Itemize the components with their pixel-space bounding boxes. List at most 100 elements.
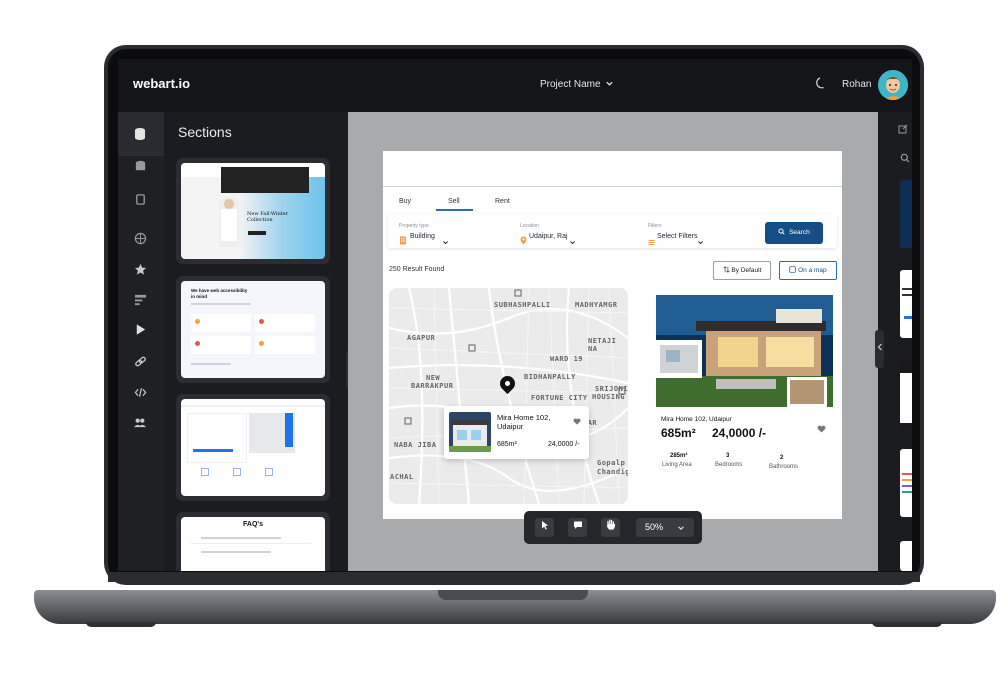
right-panel-thumbnail[interactable] — [900, 180, 912, 248]
stat-bathrooms-value: 2 — [780, 455, 784, 461]
section-thumbnail: New Fall-Winter Collection — [181, 163, 325, 259]
location-pin-icon — [520, 232, 527, 250]
map-label: Chandig — [597, 468, 628, 476]
hand-tool-button[interactable] — [601, 518, 620, 537]
play-icon[interactable] — [132, 323, 148, 339]
chevron-down-icon[interactable] — [605, 79, 614, 90]
map-label: MADHYAMGR — [575, 301, 618, 309]
left-icon-rail — [118, 112, 164, 571]
search-icon — [778, 228, 785, 235]
location-label: Location — [520, 223, 539, 229]
filter-icon — [648, 233, 655, 251]
filters-label: Filters — [648, 223, 662, 229]
layers-icon[interactable] — [132, 160, 148, 176]
map-label: WARD 19 — [550, 355, 584, 363]
star-icon[interactable] — [132, 263, 148, 279]
sections-title: Sections — [178, 124, 232, 140]
tab-buy[interactable]: Buy — [399, 198, 411, 205]
faq-heading: FAQ's — [243, 521, 263, 528]
map-label: AGAPUR — [407, 334, 436, 342]
property-image — [656, 295, 833, 407]
results-count: 250 Result Found — [389, 266, 445, 273]
section-thumbnail: We have web accessibility in mind — [181, 281, 325, 378]
zoom-dropdown[interactable]: 50% — [636, 518, 694, 537]
design-canvas[interactable]: Buy Sell Rent Property type Building Loc… — [348, 112, 878, 571]
chevron-down-icon[interactable] — [569, 233, 576, 251]
stat-living-area-value: 285m² — [670, 453, 688, 459]
location-select[interactable]: Udaipur, Raj — [529, 233, 568, 240]
users-icon[interactable] — [132, 416, 148, 432]
laptop-base-groove — [438, 590, 588, 600]
stat-bedrooms-label: Bedrooms — [715, 462, 743, 468]
filters-select[interactable]: Select Filters — [657, 233, 697, 240]
tab-rent[interactable]: Rent — [495, 198, 510, 205]
section-thumbnail — [181, 399, 325, 496]
section-card-accessibility[interactable]: We have web accessibility in mind — [176, 276, 330, 383]
map-label: ACHAL — [390, 473, 414, 481]
map-label: NETAJI NA — [588, 337, 617, 353]
globe-icon[interactable] — [132, 232, 148, 248]
search-button[interactable]: Search — [765, 222, 823, 244]
hand-icon — [606, 519, 615, 530]
map-label: BARRAKPUR — [411, 382, 454, 390]
user-name[interactable]: Rohan — [842, 79, 871, 90]
copy-icon[interactable] — [132, 193, 148, 209]
canvas-toolbar: 50% — [524, 511, 702, 544]
moon-icon[interactable] — [814, 76, 828, 93]
section-card-contact[interactable] — [176, 394, 330, 501]
map-label: BIDHANPALLY — [524, 373, 576, 381]
right-panel-thumbnail[interactable] — [900, 449, 912, 517]
map-icon — [789, 266, 796, 273]
section-card-faq[interactable]: FAQ's — [176, 512, 330, 571]
sort-button[interactable]: By Default — [713, 261, 771, 280]
map-property-popup[interactable]: Mira Home 102, Udaipur 685m² 24,0000 /- — [444, 406, 589, 459]
avatar[interactable] — [878, 70, 908, 100]
database-icon[interactable] — [132, 127, 148, 143]
stat-living-area-label: Living Area — [662, 462, 692, 468]
map-label: HOUSING — [592, 393, 626, 401]
sort-icon — [723, 266, 730, 273]
comment-icon — [573, 521, 582, 529]
building-icon — [399, 232, 407, 250]
popup-area: 685m² — [497, 441, 517, 448]
popup-title: Mira Home 102, Udaipur — [497, 413, 551, 431]
laptop-foot — [86, 622, 156, 627]
heart-icon[interactable] — [817, 420, 826, 438]
top-bar: webart.io Project Name Rohan — [118, 59, 912, 112]
pointer-tool-button[interactable] — [535, 518, 554, 537]
section-thumbnail: FAQ's — [181, 517, 325, 571]
popup-price: 24,0000 /- — [548, 441, 580, 448]
edit-icon[interactable] — [898, 121, 908, 139]
chevron-down-icon[interactable] — [442, 233, 449, 251]
right-panel-thumbnail[interactable] — [900, 541, 912, 571]
right-panel-thumbnail[interactable] — [900, 270, 912, 338]
chevron-down-icon[interactable] — [697, 233, 704, 251]
property-type-label: Property type — [399, 223, 429, 229]
map-label: NEW — [426, 374, 441, 382]
map-view[interactable]: SUBHASHPALLI MADHYAMGR AGAPUR NETAJI NA … — [389, 288, 628, 504]
hero-heading: New Fall-Winter Collection — [247, 211, 289, 223]
map-view-toggle[interactable]: On a map — [779, 261, 837, 280]
tab-sell[interactable]: Sell — [448, 198, 460, 205]
app-screen: webart.io Project Name Rohan Sections Ne… — [118, 59, 912, 571]
zoom-level: 50% — [645, 522, 664, 532]
right-panel-thumbnail[interactable] — [900, 359, 912, 427]
code-icon[interactable] — [132, 386, 148, 402]
search-icon[interactable] — [900, 150, 910, 168]
link-icon[interactable] — [132, 355, 148, 371]
comment-tool-button[interactable] — [568, 518, 587, 537]
app-logo[interactable]: webart.io — [133, 76, 190, 91]
section-card-hero[interactable]: New Fall-Winter Collection — [176, 158, 330, 264]
property-listing-card[interactable]: Mira Home 102, Udaipur 685m² 24,0000 /- … — [653, 294, 833, 494]
page-preview: Buy Sell Rent Property type Building Loc… — [383, 151, 842, 519]
heart-icon[interactable] — [573, 412, 581, 430]
project-name-dropdown[interactable]: Project Name — [540, 79, 601, 90]
sections-panel: Sections New Fall-Winter Collection We h… — [164, 112, 348, 571]
property-type-select[interactable]: Building — [410, 233, 435, 240]
listing-title: Mira Home 102, Udaipur — [661, 416, 732, 423]
form-icon[interactable] — [132, 293, 148, 309]
chevron-down-icon — [678, 526, 684, 530]
map-label: SRIJONI — [595, 385, 628, 393]
listing-area: 685m² — [661, 426, 696, 440]
collapse-right-panel-button[interactable] — [875, 330, 884, 368]
